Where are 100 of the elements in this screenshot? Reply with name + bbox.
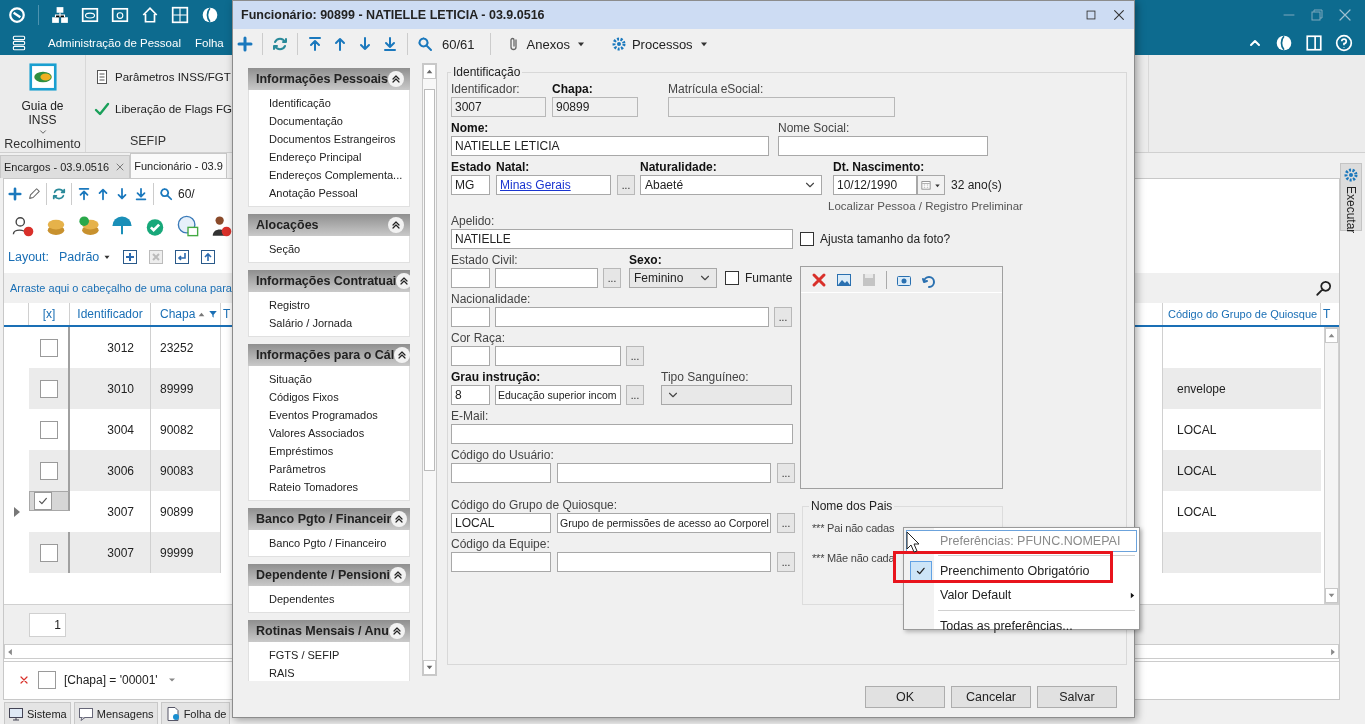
- nav-link[interactable]: Documentação: [269, 112, 409, 130]
- page-field[interactable]: 1: [29, 612, 66, 637]
- nav-link[interactable]: Parâmetros: [269, 460, 409, 478]
- nav-link[interactable]: Valores Associados: [269, 424, 409, 442]
- input-field[interactable]: Grupo de permissões de acesso ao Corporel: [557, 513, 771, 533]
- input-field[interactable]: LOCAL: [451, 513, 551, 533]
- grid-icon[interactable]: [171, 6, 189, 24]
- section-header[interactable]: Informações Pessoais: [248, 68, 410, 90]
- document-tab[interactable]: Funcionário - 03.9: [130, 153, 227, 178]
- menu-button[interactable]: Anexos: [505, 36, 602, 52]
- section-header[interactable]: Informações Contratuai: [248, 270, 410, 292]
- refresh-icon[interactable]: [52, 187, 66, 201]
- section-header[interactable]: Dependente / Pensioni: [248, 564, 410, 586]
- network-icon[interactable]: [51, 6, 69, 24]
- collapse-icon[interactable]: [396, 273, 410, 289]
- lookup-button[interactable]: ...: [626, 385, 644, 405]
- checkbox[interactable]: [39, 461, 58, 480]
- section-header[interactable]: Banco Pgto / Financeir: [248, 508, 410, 530]
- checkbox[interactable]: [39, 338, 58, 357]
- nav-link[interactable]: Endereço Principal: [269, 148, 409, 166]
- document-tab[interactable]: Encargos - 03.9.0516: [0, 155, 131, 178]
- monitor-icon[interactable]: [8, 705, 24, 722]
- input-field[interactable]: [451, 552, 551, 572]
- column-header[interactable]: Chapa: [151, 303, 221, 325]
- section-header[interactable]: Alocações: [248, 214, 410, 236]
- input-field[interactable]: [495, 307, 769, 327]
- nav-link[interactable]: Eventos Programados: [269, 406, 409, 424]
- delete-icon[interactable]: [811, 271, 827, 288]
- collapse-icon[interactable]: [390, 567, 407, 583]
- checkbox[interactable]: [38, 670, 56, 689]
- collapse-icon[interactable]: [394, 347, 410, 363]
- lookup-button[interactable]: ...: [774, 307, 792, 327]
- checkbox[interactable]: [725, 271, 739, 285]
- input-field[interactable]: 10/12/1990: [833, 175, 917, 195]
- input-field[interactable]: [451, 268, 490, 288]
- person-delete-icon[interactable]: [210, 215, 232, 237]
- coins-add-icon[interactable]: [78, 215, 100, 237]
- next-record-icon[interactable]: [357, 36, 373, 52]
- first-record-icon[interactable]: [307, 36, 323, 52]
- home-icon[interactable]: [141, 6, 159, 24]
- scrollbar[interactable]: [422, 63, 437, 676]
- menu-item[interactable]: Folha: [194, 36, 224, 49]
- checkbox[interactable]: [39, 379, 58, 398]
- input-field[interactable]: MG: [451, 175, 490, 195]
- last-record-icon[interactable]: [382, 36, 398, 52]
- nav-link[interactable]: Situação: [269, 370, 409, 388]
- input-field[interactable]: Educação superior incom: [495, 385, 621, 405]
- dialog-button[interactable]: OK: [865, 686, 945, 708]
- column-header[interactable]: T: [1321, 303, 1336, 325]
- dropdown[interactable]: Abaeté: [640, 175, 822, 195]
- bottom-tab[interactable]: Sistema: [4, 702, 71, 724]
- nav-link[interactable]: Rateio Tomadores: [269, 478, 409, 496]
- menu-item[interactable]: Todas as preferências...: [906, 614, 1137, 638]
- first-record-icon[interactable]: [77, 187, 91, 201]
- checkbox[interactable]: [39, 420, 58, 439]
- input-field[interactable]: [495, 268, 598, 288]
- input-field[interactable]: [451, 346, 490, 366]
- globe-icon[interactable]: [1275, 33, 1293, 52]
- ribbon-button[interactable]: Parâmetros INSS/FGT: [94, 66, 232, 88]
- column-header[interactable]: T: [221, 303, 236, 325]
- collapse-icon[interactable]: [388, 217, 404, 233]
- image-icon[interactable]: [836, 271, 852, 288]
- input-field[interactable]: Minas Gerais: [496, 175, 611, 195]
- collapse-icon[interactable]: [391, 511, 408, 527]
- scrollbar[interactable]: [1324, 327, 1339, 604]
- edit-icon[interactable]: [27, 187, 41, 201]
- section-header[interactable]: Rotinas Mensais / Anu: [248, 620, 410, 642]
- next-record-icon[interactable]: [115, 187, 129, 201]
- panel-layout-icon[interactable]: [1305, 33, 1323, 52]
- column-header[interactable]: Identificador: [70, 303, 151, 325]
- input-field[interactable]: [557, 552, 771, 572]
- menu-item[interactable]: Valor Default: [906, 583, 1137, 607]
- guia-inss-button[interactable]: Guia de INSS: [12, 63, 73, 137]
- nav-link[interactable]: Documentos Estrangeiros: [269, 130, 409, 148]
- input-field[interactable]: [451, 307, 490, 327]
- maximize-icon[interactable]: [1084, 8, 1098, 22]
- nav-link[interactable]: Empréstimos: [269, 442, 409, 460]
- nav-link[interactable]: RAIS: [269, 664, 409, 681]
- menu-icon[interactable]: [10, 33, 28, 52]
- umbrella-icon[interactable]: [111, 215, 133, 237]
- input-field[interactable]: [451, 424, 793, 444]
- collapse-icon[interactable]: [388, 71, 404, 87]
- previous-record-icon[interactable]: [332, 36, 348, 52]
- executar-tab[interactable]: Executar: [1340, 163, 1362, 231]
- window-refresh-icon[interactable]: [111, 6, 129, 24]
- enter-square-icon[interactable]: [174, 249, 191, 265]
- user-remove-icon[interactable]: [12, 215, 34, 237]
- nav-link[interactable]: Salário / Jornada: [269, 314, 409, 332]
- nav-link[interactable]: Códigos Fixos: [269, 388, 409, 406]
- input-field[interactable]: [495, 346, 621, 366]
- previous-record-icon[interactable]: [96, 187, 110, 201]
- input-field[interactable]: 8: [451, 385, 490, 405]
- message-icon[interactable]: [77, 705, 94, 722]
- search-icon[interactable]: [1315, 279, 1333, 297]
- help-icon[interactable]: [1335, 33, 1353, 52]
- eye-window-icon[interactable]: [81, 6, 99, 24]
- menu-button[interactable]: Processos: [610, 36, 725, 52]
- add-icon[interactable]: [237, 36, 253, 52]
- column-header[interactable]: [x]: [29, 303, 70, 325]
- nav-link[interactable]: Registro: [269, 296, 409, 314]
